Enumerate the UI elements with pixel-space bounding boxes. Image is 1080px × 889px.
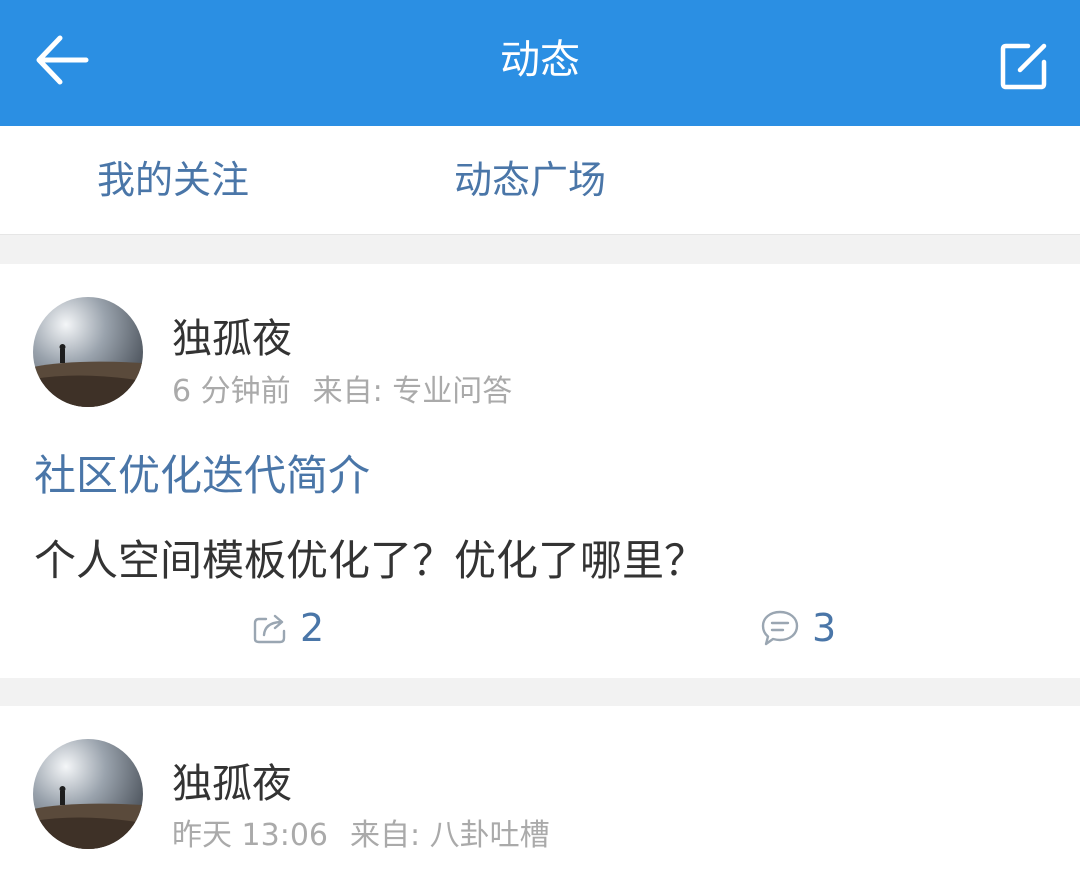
page-title: 动态 (500, 37, 580, 83)
author-name[interactable]: 独孤夜 (172, 751, 292, 809)
app-header: 动态 (0, 0, 1080, 126)
author-name[interactable]: 独孤夜 (172, 306, 292, 364)
comment-icon (761, 610, 799, 646)
share-count: 2 (300, 606, 325, 650)
post-meta: 昨天 13:06 来自: 八卦吐槽 (172, 810, 550, 854)
comment-count: 3 (812, 606, 837, 650)
share-icon (253, 614, 286, 644)
tab-bar: 我的关注 动态广场 (0, 126, 1080, 235)
post-meta: 6 分钟前 来自: 专业问答 (172, 366, 512, 410)
post-body[interactable]: 个人空间模板优化了？优化了哪里？ (34, 527, 706, 588)
post-time: 昨天 13:06 (172, 818, 328, 853)
share-button[interactable]: 2 (252, 604, 324, 652)
avatar[interactable] (33, 739, 143, 849)
post-title[interactable]: 社区优化迭代简介 (34, 442, 370, 503)
compose-button[interactable] (998, 40, 1050, 92)
tab-activity-square[interactable]: 动态广场 (454, 126, 606, 234)
feed-item[interactable]: 独孤夜 昨天 13:06 来自: 八卦吐槽 (0, 706, 1080, 889)
feed-item[interactable]: 独孤夜 6 分钟前 来自: 专业问答 社区优化迭代简介 个人空间模板优化了？优化了… (0, 264, 1080, 678)
edit-icon (1000, 43, 1047, 90)
post-source[interactable]: 来自: 八卦吐槽 (350, 818, 550, 853)
post-source[interactable]: 来自: 专业问答 (313, 374, 513, 409)
comment-button[interactable]: 3 (760, 604, 836, 652)
avatar[interactable] (33, 297, 143, 407)
post-time: 6 分钟前 (172, 374, 291, 409)
tab-my-follows[interactable]: 我的关注 (97, 126, 249, 234)
